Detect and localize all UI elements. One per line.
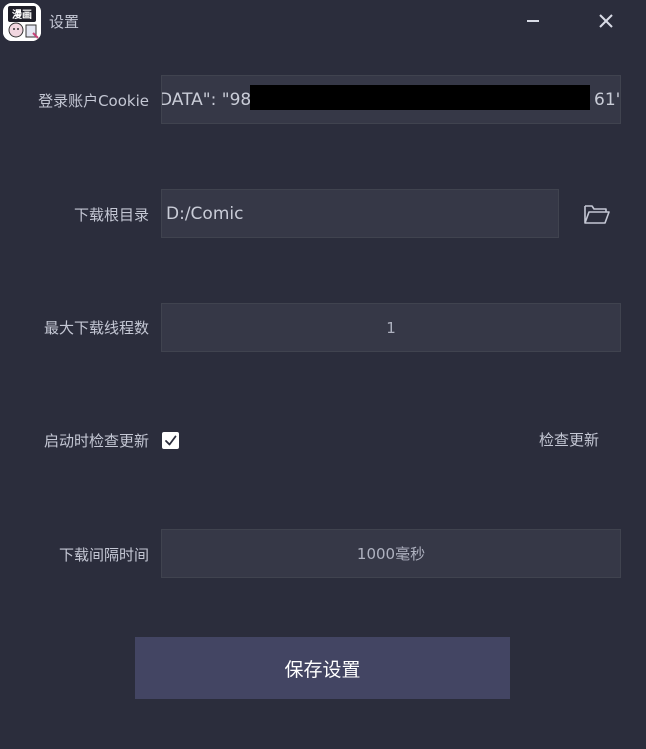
checkmark-icon — [165, 435, 177, 446]
cookie-value: DATA": "98 — [161, 90, 252, 110]
close-button[interactable] — [590, 6, 622, 36]
max-threads-input[interactable]: 1 — [161, 303, 621, 352]
download-dir-input[interactable]: D:/Comic — [161, 189, 559, 238]
folder-icon — [584, 205, 610, 224]
download-interval-value: 1000毫秒 — [356, 545, 426, 563]
check-update-on-start-checkbox[interactable] — [162, 432, 179, 449]
manhua-app-icon: 漫画 — [3, 3, 41, 41]
close-icon — [599, 14, 613, 28]
download-interval-input[interactable]: 1000毫秒 — [161, 529, 621, 578]
svg-text:漫画: 漫画 — [12, 9, 32, 21]
browse-folder-button[interactable] — [582, 202, 612, 226]
redacted-region — [250, 85, 590, 110]
download-dir-label: 下载根目录 — [73, 206, 149, 224]
check-update-on-start-label: 启动时检查更新 — [43, 432, 149, 450]
download-interval-label: 下载间隔时间 — [58, 546, 149, 564]
title-bar: 漫画 设置 — [0, 0, 646, 44]
cookie-value-tail: 61"} — [594, 90, 620, 110]
cookie-label: 登录账户Cookie — [38, 92, 149, 110]
download-dir-value: D:/Comic — [166, 204, 244, 224]
save-settings-button[interactable]: 保存设置 — [135, 637, 510, 699]
minimize-button[interactable] — [517, 6, 549, 36]
minimize-icon — [527, 20, 539, 22]
max-threads-value: 1 — [386, 319, 396, 337]
max-threads-label: 最大下载线程数 — [43, 319, 149, 337]
check-update-button[interactable]: 检查更新 — [539, 430, 599, 450]
window-title: 设置 — [49, 13, 80, 31]
cookie-input[interactable]: DATA": "98 61"} — [161, 75, 621, 124]
